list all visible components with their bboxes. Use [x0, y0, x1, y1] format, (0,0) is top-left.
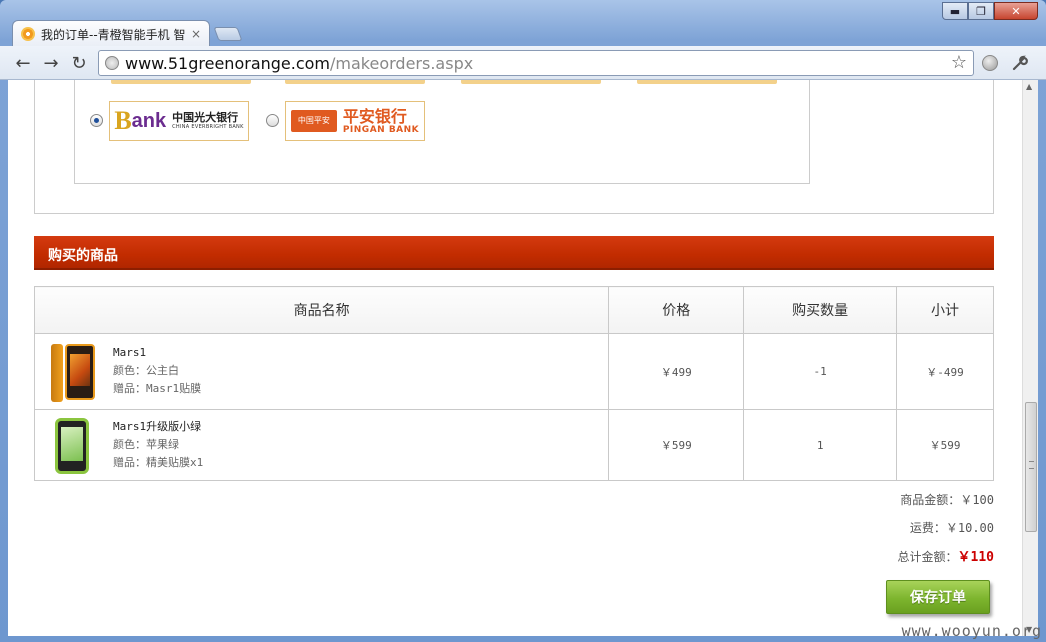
scroll-up-arrow-icon[interactable]: ▲ [1026, 82, 1032, 91]
tab-strip: 我的订单--青橙智能手机 智 × ▬ ❐ ✕ [0, 0, 1046, 47]
goods-amount-line: 商品金额：￥100 [900, 491, 994, 508]
header-quantity: 购买数量 [743, 286, 898, 334]
scroll-grip-icon [1029, 461, 1034, 469]
tab-title: 我的订单--青橙智能手机 智 [41, 27, 186, 42]
shipping-value: ￥10.00 [945, 521, 994, 535]
shipping-line: 运费：￥10.00 [910, 519, 994, 536]
bank-logo-partial [637, 80, 777, 84]
goods-amount-value: ￥100 [960, 493, 994, 507]
bank-radio-pingan[interactable] [266, 114, 279, 127]
product-color: 颜色：苹果绿 [113, 438, 179, 451]
bank-radio-ceb[interactable] [90, 114, 103, 127]
close-window-button[interactable]: ✕ [994, 2, 1038, 20]
goods-table: 商品名称 价格 购买数量 小计 Mars1 颜色：公主白 赠品：Masr1贴膜 … [33, 286, 994, 481]
product-price: ￥599 [608, 409, 745, 481]
globe-icon [105, 56, 119, 70]
total-label: 总计金额： [897, 550, 958, 564]
reload-button[interactable]: ↻ [68, 52, 90, 74]
product-quantity: -1 [743, 333, 898, 410]
pingan-bank-logo[interactable]: 中国平安 平安银行 PINGAN BANK [285, 101, 425, 141]
header-price: 价格 [608, 286, 745, 334]
browser-toolbar: ← → ↻ www.51greenorange.com /makeorders.… [0, 46, 1046, 80]
address-bar[interactable]: www.51greenorange.com /makeorders.aspx ☆ [98, 50, 974, 76]
section-title: 购买的商品 [48, 248, 118, 264]
product-quantity: 1 [743, 409, 898, 481]
purchased-goods-header: 购买的商品 [34, 236, 994, 270]
header-product-name: 商品名称 [33, 286, 610, 334]
header-subtotal: 小计 [896, 286, 994, 334]
table-row: Mars1升级版小绿 颜色：苹果绿 赠品：精美贴膜x1 ￥599 1 ￥599 [33, 409, 994, 481]
table-row: Mars1 颜色：公主白 赠品：Masr1贴膜 ￥499 -1 ￥-499 [33, 333, 994, 410]
product-gift: 赠品：Masr1贴膜 [113, 382, 202, 395]
product-image-mars1[interactable] [51, 344, 63, 402]
table-header-row: 商品名称 价格 购买数量 小计 [33, 286, 994, 334]
product-subtotal: ￥-499 [896, 333, 994, 410]
browser-tab-active[interactable]: 我的订单--青橙智能手机 智 × [12, 20, 210, 47]
product-image-mars1-green[interactable] [55, 418, 89, 474]
total-line: 总计金额：￥110 [898, 546, 995, 565]
ceb-bank-logo[interactable]: Bank 中国光大银行 CHINA EVERBRIGHT BANK [109, 101, 249, 141]
product-cell: Mars1 颜色：公主白 赠品：Masr1贴膜 [33, 333, 610, 410]
page-globe-icon[interactable] [980, 53, 1000, 73]
product-name[interactable]: Mars1升级版小绿 [113, 418, 203, 436]
product-price: ￥499 [608, 333, 745, 410]
maximize-button[interactable]: ❐ [968, 2, 994, 20]
new-tab-button[interactable] [213, 27, 243, 41]
minimize-button[interactable]: ▬ [942, 2, 968, 20]
wrench-icon[interactable] [1010, 53, 1030, 73]
total-value: ￥110 [957, 550, 994, 565]
vertical-scrollbar[interactable]: ▲ ▼ [1022, 80, 1038, 636]
url-path: /makeorders.aspx [330, 53, 474, 73]
url-host: www.51greenorange.com [125, 53, 331, 73]
product-name[interactable]: Mars1 [113, 344, 201, 362]
product-subtotal: ￥599 [896, 409, 994, 481]
product-color: 颜色：公主白 [113, 364, 179, 377]
product-image-mars1-front [65, 344, 95, 400]
forward-button[interactable]: → [40, 52, 62, 74]
browser-window: 我的订单--青橙智能手机 智 × ▬ ❐ ✕ ← → ↻ www.51green… [0, 0, 1046, 642]
bank-select-box: Bank 中国光大银行 CHINA EVERBRIGHT BANK 中国平安 平… [74, 80, 810, 184]
bank-logo-partial [111, 80, 251, 84]
page-viewport: Bank 中国光大银行 CHINA EVERBRIGHT BANK 中国平安 平… [8, 80, 1038, 636]
save-order-button[interactable]: 保存订单 [886, 580, 990, 614]
bank-logo-partial [461, 80, 601, 84]
product-cell: Mars1升级版小绿 颜色：苹果绿 赠品：精美贴膜x1 [33, 409, 610, 481]
back-button[interactable]: ← [12, 52, 34, 74]
bank-logo-partial [285, 80, 425, 84]
window-controls: ▬ ❐ ✕ [942, 2, 1038, 20]
scrollbar-thumb[interactable] [1025, 402, 1037, 532]
goods-amount-label: 商品金额： [900, 493, 961, 507]
watermark: www.wooyun.org [901, 622, 1042, 640]
product-gift: 赠品：精美贴膜x1 [113, 456, 204, 469]
orange-favicon-icon [21, 27, 35, 41]
tab-close-icon[interactable]: × [191, 27, 201, 41]
shipping-label: 运费： [909, 521, 946, 535]
bookmark-star-icon[interactable]: ☆ [951, 52, 967, 73]
